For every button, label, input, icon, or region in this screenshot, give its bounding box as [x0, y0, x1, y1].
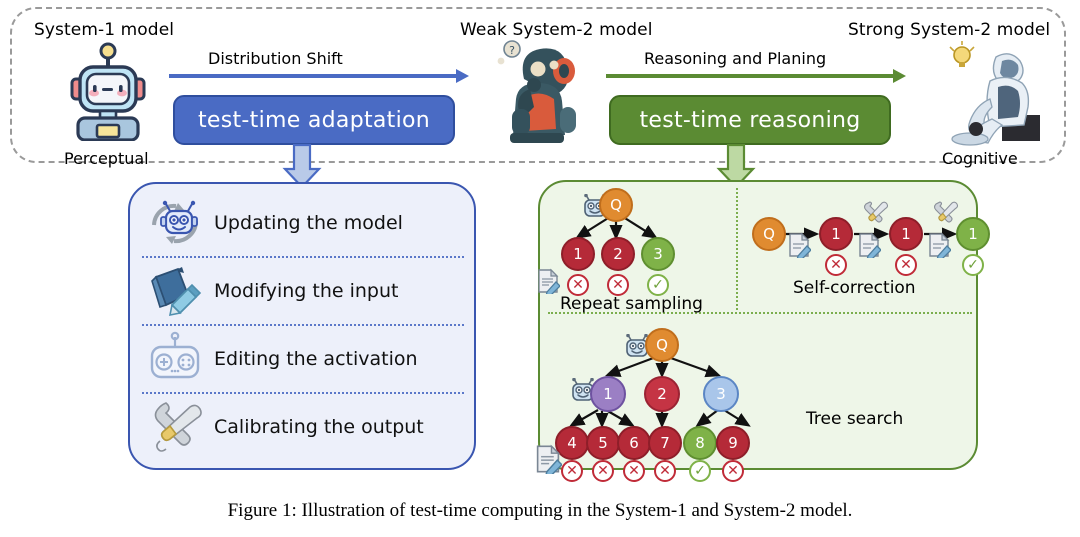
document-edit-icon	[534, 444, 563, 478]
status-mark-wrong: ✕	[592, 460, 614, 482]
tree-node[interactable]: 3	[703, 376, 739, 412]
status-mark-wrong: ✕	[623, 460, 645, 482]
list-item-calibrating-the-output[interactable]: Calibrating the output	[140, 394, 466, 460]
tree-node[interactable]: 2	[601, 237, 635, 271]
panel-divider-vertical	[736, 188, 738, 310]
stage-title-system1: System-1 model	[34, 20, 175, 40]
arrow-reasoning-planning	[606, 69, 906, 83]
status-mark-right: ✓	[962, 254, 984, 276]
section-label-self-correction: Self-correction	[793, 278, 916, 298]
list-item-label: Modifying the input	[214, 280, 399, 302]
cute-robot-icon	[60, 41, 156, 142]
section-label-repeat-sampling: Repeat sampling	[560, 294, 703, 314]
tree-node[interactable]: 5	[586, 426, 620, 460]
gamepad-icon	[140, 330, 210, 388]
sitting-robot-icon	[940, 37, 1048, 147]
status-mark-wrong: ✕	[825, 254, 847, 276]
document-edit-icon	[536, 268, 561, 297]
status-mark-right: ✓	[689, 460, 711, 482]
wrench-screwdriver-icon	[140, 398, 210, 456]
pipeline-container: System-1 model Weak System-2 model Stron…	[10, 7, 1066, 168]
tree-node[interactable]: 1	[590, 376, 626, 412]
chain-node[interactable]: 1	[819, 217, 853, 251]
document-edit-icon	[927, 232, 952, 261]
arrow-shaft	[606, 74, 895, 78]
thinking-robot-icon: ?	[486, 37, 584, 145]
robot-refresh-icon	[140, 194, 210, 252]
test-time-adaptation-button[interactable]: test-time adaptation	[173, 95, 455, 145]
stage-caption-perceptual: Perceptual	[64, 149, 149, 168]
test-time-adaptation-panel: Updating the model Modifying the input E…	[128, 182, 476, 470]
status-mark-right: ✓	[647, 274, 669, 296]
test-time-reasoning-panel: Q 1 2 3 ✕ ✕ ✓ Repeat sampling Q 1 1 1 ✕ …	[536, 180, 990, 482]
figure-caption: Figure 1: Illustration of test-time comp…	[227, 500, 853, 521]
tree-node[interactable]: 6	[617, 426, 651, 460]
list-item-label: Updating the model	[214, 212, 403, 234]
transition-label-reasoning-planning: Reasoning and Planing	[644, 49, 827, 68]
status-mark-wrong: ✕	[722, 460, 744, 482]
chain-node[interactable]: 1	[889, 217, 923, 251]
tree-node-root[interactable]: Q	[599, 188, 633, 222]
status-mark-wrong: ✕	[895, 254, 917, 276]
document-edit-icon	[787, 232, 812, 261]
tree-node[interactable]: 7	[648, 426, 682, 460]
book-pencil-icon	[140, 262, 210, 320]
stage-caption-cognitive: Cognitive	[942, 149, 1018, 168]
list-item-updating-the-model[interactable]: Updating the model	[140, 190, 466, 256]
chain-node[interactable]: 1	[956, 217, 990, 251]
tree-node[interactable]: 8	[683, 426, 717, 460]
list-item-label: Editing the activation	[214, 348, 418, 370]
arrow-shaft	[169, 74, 458, 78]
list-item-editing-the-activation[interactable]: Editing the activation	[140, 326, 466, 392]
status-mark-wrong: ✕	[561, 460, 583, 482]
wrench-screwdriver-icon	[861, 201, 889, 225]
tree-node[interactable]: 9	[716, 426, 750, 460]
tree-node[interactable]: 1	[561, 237, 595, 271]
arrow-head	[893, 69, 906, 83]
wrench-screwdriver-icon	[931, 201, 959, 225]
tree-node[interactable]: 2	[644, 376, 680, 412]
status-mark-wrong: ✕	[654, 460, 676, 482]
document-edit-icon	[857, 232, 882, 261]
test-time-reasoning-button[interactable]: test-time reasoning	[609, 95, 891, 145]
figure-root: System-1 model Weak System-2 model Stron…	[0, 0, 1080, 537]
arrow-distribution-shift	[169, 69, 469, 83]
svg-text:?: ?	[509, 44, 515, 57]
section-label-tree-search: Tree search	[806, 409, 904, 429]
list-item-modifying-the-input[interactable]: Modifying the input	[140, 258, 466, 324]
list-item-label: Calibrating the output	[214, 416, 424, 438]
tree-node-root[interactable]: Q	[645, 328, 679, 362]
chain-node-root[interactable]: Q	[752, 217, 786, 251]
status-mark-wrong: ✕	[607, 274, 629, 296]
transition-label-distribution-shift: Distribution Shift	[208, 49, 343, 68]
status-mark-wrong: ✕	[567, 274, 589, 296]
tree-node[interactable]: 3	[641, 237, 675, 271]
arrow-head	[456, 69, 469, 83]
